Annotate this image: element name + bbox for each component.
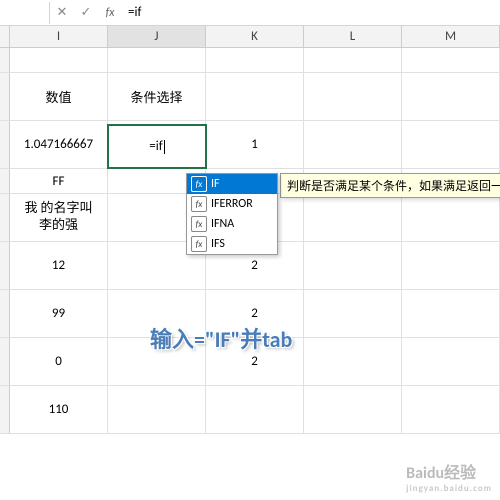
cell[interactable]: [304, 386, 402, 433]
cell-header-I[interactable]: 数值: [10, 73, 108, 120]
col-header-M[interactable]: M: [402, 26, 500, 47]
text-caret: [164, 140, 165, 154]
autocomplete-tooltip: 判断是否满足某个条件，如果满足返回一个: [280, 173, 500, 198]
row-header[interactable]: [0, 290, 10, 337]
row-header[interactable]: [0, 121, 10, 168]
autocomplete-item[interactable]: fx IFS: [187, 234, 277, 254]
watermark-sub: jingyan.baidu.com: [406, 483, 492, 494]
cell[interactable]: [402, 290, 500, 337]
autocomplete-item[interactable]: fx IFNA: [187, 214, 277, 234]
name-box[interactable]: [0, 2, 50, 24]
function-icon: fx: [191, 176, 207, 192]
autocomplete-label: IFS: [211, 237, 225, 251]
grid-row: 1.047166667 1: [0, 121, 500, 169]
confirm-icon[interactable]: ✓: [74, 5, 98, 20]
cell[interactable]: [304, 194, 402, 241]
cell[interactable]: 0: [10, 338, 108, 385]
cell[interactable]: [402, 73, 500, 120]
cell[interactable]: 99: [10, 290, 108, 337]
grid-row: 0 2: [0, 338, 500, 386]
cell[interactable]: 2: [206, 290, 304, 337]
cell[interactable]: 我 的名字叫 李的强: [10, 194, 108, 241]
row-header[interactable]: [0, 242, 10, 289]
cell[interactable]: 2: [206, 338, 304, 385]
row-header[interactable]: [0, 338, 10, 385]
cell[interactable]: [304, 73, 402, 120]
cell[interactable]: [402, 194, 500, 241]
col-header-J[interactable]: J: [108, 26, 206, 47]
cell[interactable]: [304, 48, 402, 72]
row-header[interactable]: [0, 194, 10, 241]
fx-icon[interactable]: fx: [98, 6, 122, 20]
formula-bar: ✕ ✓ fx =if: [0, 0, 500, 26]
col-header-I[interactable]: I: [10, 26, 108, 47]
cell[interactable]: [304, 290, 402, 337]
cell[interactable]: 110: [10, 386, 108, 433]
cell[interactable]: [108, 338, 206, 385]
formula-input[interactable]: =if: [122, 5, 500, 20]
cell[interactable]: 1: [206, 121, 304, 168]
select-all-corner[interactable]: [0, 26, 10, 47]
cancel-icon[interactable]: ✕: [50, 5, 74, 20]
cell-header-J[interactable]: 条件选择: [108, 73, 206, 120]
cell[interactable]: [108, 386, 206, 433]
cell[interactable]: [304, 338, 402, 385]
autocomplete-label: IF: [211, 177, 220, 191]
cell[interactable]: [206, 73, 304, 120]
column-header-row: I J K L M: [0, 26, 500, 48]
autocomplete-item[interactable]: fx IF: [187, 174, 277, 194]
row-header[interactable]: [0, 73, 10, 120]
cell[interactable]: [402, 338, 500, 385]
cell[interactable]: [206, 386, 304, 433]
cell[interactable]: [402, 121, 500, 168]
cell[interactable]: FF: [10, 169, 108, 193]
active-cell-text: =if: [149, 139, 162, 154]
autocomplete-label: IFNA: [211, 217, 234, 231]
function-icon: fx: [191, 216, 207, 232]
autocomplete-label: IFERROR: [211, 197, 253, 211]
col-header-K[interactable]: K: [206, 26, 304, 47]
grid-row: 数值 条件选择: [0, 73, 500, 121]
autocomplete-item[interactable]: fx IFERROR: [187, 194, 277, 214]
cell[interactable]: 12: [10, 242, 108, 289]
cell[interactable]: [402, 48, 500, 72]
grid: 数值 条件选择 1.047166667 1 FF 我 的名字叫 李的强 3 12…: [0, 48, 500, 434]
active-cell[interactable]: =if: [107, 124, 207, 169]
cell[interactable]: [304, 242, 402, 289]
col-header-L[interactable]: L: [304, 26, 402, 47]
cell[interactable]: [402, 242, 500, 289]
grid-row: 99 2: [0, 290, 500, 338]
row-header[interactable]: [0, 169, 10, 193]
cell[interactable]: [304, 121, 402, 168]
cell[interactable]: [10, 48, 108, 72]
function-icon: fx: [191, 196, 207, 212]
watermark-main: Baidu经验: [406, 464, 476, 483]
watermark: Baidu经验 jingyan.baidu.com: [406, 459, 492, 494]
cell[interactable]: [206, 48, 304, 72]
formula-autocomplete: fx IF fx IFERROR fx IFNA fx IFS: [186, 173, 278, 255]
row-header[interactable]: [0, 48, 10, 72]
row-header[interactable]: [0, 386, 10, 433]
grid-row: [0, 48, 500, 73]
cell[interactable]: 1.047166667: [10, 121, 108, 168]
cell[interactable]: [108, 290, 206, 337]
cell[interactable]: [402, 386, 500, 433]
grid-row: 110: [0, 386, 500, 434]
function-icon: fx: [191, 236, 207, 252]
cell[interactable]: [108, 48, 206, 72]
